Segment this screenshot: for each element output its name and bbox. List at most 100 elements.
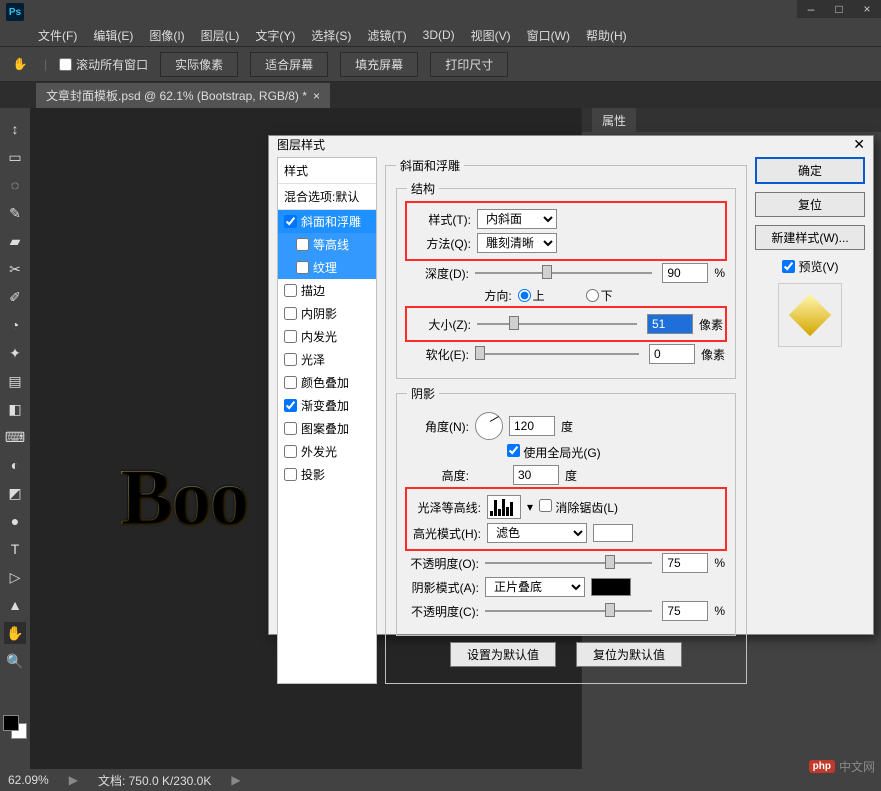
- watermark-text: 中文网: [839, 758, 875, 775]
- style-stroke[interactable]: 描边: [278, 279, 376, 302]
- options-bar: ✋ | 滚动所有窗口 实际像素 适合屏幕 填充屏幕 打印尺寸: [0, 46, 881, 82]
- highlight-opacity-input[interactable]: [662, 553, 708, 573]
- highlight-opacity-slider[interactable]: [485, 554, 652, 572]
- actual-pixels-button[interactable]: 实际像素: [160, 52, 238, 77]
- tool-path[interactable]: ▷: [4, 566, 26, 588]
- tool-type[interactable]: T: [4, 538, 26, 560]
- style-outer-glow[interactable]: 外发光: [278, 440, 376, 463]
- ok-button[interactable]: 确定: [755, 157, 865, 184]
- dialog-titlebar[interactable]: 图层样式 ✕: [269, 136, 873, 153]
- menu-view[interactable]: 视图(V): [463, 27, 519, 44]
- shadow-opacity-label: 不透明度(C):: [407, 603, 479, 620]
- style-texture[interactable]: 纹理: [278, 256, 376, 279]
- style-pattern-overlay[interactable]: 图案叠加: [278, 417, 376, 440]
- angle-input[interactable]: [509, 416, 555, 436]
- menu-3d[interactable]: 3D(D): [415, 28, 463, 42]
- tool-brush[interactable]: ◔: [4, 314, 26, 336]
- style-drop-shadow[interactable]: 投影: [278, 463, 376, 486]
- depth-slider[interactable]: [475, 264, 652, 282]
- tool-marquee[interactable]: ▭: [4, 146, 26, 168]
- document-info[interactable]: 文档: 750.0 K/230.0K: [98, 772, 211, 789]
- menu-type[interactable]: 文字(Y): [247, 27, 303, 44]
- menu-image[interactable]: 图像(I): [141, 27, 192, 44]
- menu-layer[interactable]: 图层(L): [193, 27, 248, 44]
- style-bevel-emboss[interactable]: 斜面和浮雕: [278, 210, 376, 233]
- technique-select[interactable]: 雕刻清晰: [477, 233, 557, 253]
- fit-screen-button[interactable]: 适合屏幕: [250, 52, 328, 77]
- highlight-color-swatch[interactable]: [593, 524, 633, 542]
- gloss-contour-picker[interactable]: [487, 495, 521, 519]
- menu-file[interactable]: 文件(F): [30, 27, 85, 44]
- tool-crop[interactable]: ▰: [4, 230, 26, 252]
- document-tab[interactable]: 文章封面模板.psd @ 62.1% (Bootstrap, RGB/8) * …: [36, 83, 330, 108]
- soften-input[interactable]: [649, 344, 695, 364]
- style-inner-shadow[interactable]: 内阴影: [278, 302, 376, 325]
- menu-edit[interactable]: 编辑(E): [85, 27, 141, 44]
- shadow-opacity-input[interactable]: [662, 601, 708, 621]
- tool-history[interactable]: ▤: [4, 370, 26, 392]
- shadow-opacity-slider[interactable]: [485, 602, 652, 620]
- angle-dial[interactable]: [475, 412, 503, 440]
- tool-shape[interactable]: ▲: [4, 594, 26, 616]
- style-header[interactable]: 样式: [278, 158, 376, 184]
- contour-dropdown-icon[interactable]: ▾: [527, 500, 533, 514]
- menu-help[interactable]: 帮助(H): [578, 27, 635, 44]
- size-slider[interactable]: [477, 315, 637, 333]
- blend-options-item[interactable]: 混合选项:默认: [278, 184, 376, 210]
- menu-select[interactable]: 选择(S): [303, 27, 359, 44]
- style-select[interactable]: 内斜面: [477, 209, 557, 229]
- shadow-color-swatch[interactable]: [591, 578, 631, 596]
- tool-pen[interactable]: ●: [4, 510, 26, 532]
- tool-blur[interactable]: ◐: [4, 454, 26, 476]
- scroll-all-windows-checkbox[interactable]: 滚动所有窗口: [59, 56, 148, 73]
- shadow-mode-select[interactable]: 正片叠底: [485, 577, 585, 597]
- tool-heal[interactable]: ✐: [4, 286, 26, 308]
- tool-eyedropper[interactable]: ✂: [4, 258, 26, 280]
- deg-unit-2: 度: [565, 467, 577, 484]
- size-input[interactable]: [647, 314, 693, 334]
- tool-zoom[interactable]: 🔍: [4, 650, 26, 672]
- style-gradient-overlay[interactable]: 渐变叠加: [278, 394, 376, 417]
- direction-down-radio[interactable]: 下: [586, 287, 648, 304]
- minimize-button[interactable]: –: [797, 0, 825, 18]
- highlight-mode-select[interactable]: 滤色: [487, 523, 587, 543]
- style-contour[interactable]: 等高线: [278, 233, 376, 256]
- fill-screen-button[interactable]: 填充屏幕: [340, 52, 418, 77]
- reset-default-button[interactable]: 复位为默认值: [576, 642, 682, 667]
- close-button[interactable]: ×: [853, 0, 881, 18]
- new-style-button[interactable]: 新建样式(W)...: [755, 225, 865, 250]
- cancel-button[interactable]: 复位: [755, 192, 865, 217]
- make-default-button[interactable]: 设置为默认值: [450, 642, 556, 667]
- tool-lasso[interactable]: ◌: [4, 174, 26, 196]
- style-color-overlay[interactable]: 颜色叠加: [278, 371, 376, 394]
- direction-up-radio[interactable]: 上: [518, 287, 580, 304]
- tool-hand[interactable]: ✋: [4, 622, 26, 644]
- tool-wand[interactable]: ✎: [4, 202, 26, 224]
- tool-eraser[interactable]: ◧: [4, 398, 26, 420]
- zoom-level[interactable]: 62.09%: [8, 773, 49, 787]
- style-satin[interactable]: 光泽: [278, 348, 376, 371]
- tool-move[interactable]: ↕: [4, 118, 26, 140]
- panel-tabs: 属性: [582, 108, 881, 132]
- deg-unit: 度: [561, 418, 573, 435]
- preview-checkbox[interactable]: 预览(V): [755, 258, 865, 275]
- global-light-checkbox[interactable]: 使用全局光(G): [507, 444, 601, 461]
- tool-stamp[interactable]: ✦: [4, 342, 26, 364]
- altitude-input[interactable]: [513, 465, 559, 485]
- antialias-checkbox[interactable]: 消除锯齿(L): [539, 499, 618, 516]
- print-size-button[interactable]: 打印尺寸: [430, 52, 508, 77]
- tool-dodge[interactable]: ◩: [4, 482, 26, 504]
- color-swatches[interactable]: [3, 715, 19, 731]
- soften-slider[interactable]: [475, 345, 639, 363]
- maximize-button[interactable]: □: [825, 0, 853, 18]
- hand-tool-icon[interactable]: ✋: [8, 52, 32, 76]
- menu-window[interactable]: 窗口(W): [519, 27, 578, 44]
- document-tab-close-icon[interactable]: ×: [313, 89, 320, 103]
- style-inner-glow[interactable]: 内发光: [278, 325, 376, 348]
- properties-tab[interactable]: 属性: [592, 108, 636, 133]
- dialog-close-icon[interactable]: ✕: [853, 136, 865, 153]
- depth-input[interactable]: [662, 263, 708, 283]
- menu-filter[interactable]: 滤镜(T): [359, 27, 414, 44]
- tool-gradient[interactable]: ⌨: [4, 426, 26, 448]
- foreground-color[interactable]: [3, 715, 19, 731]
